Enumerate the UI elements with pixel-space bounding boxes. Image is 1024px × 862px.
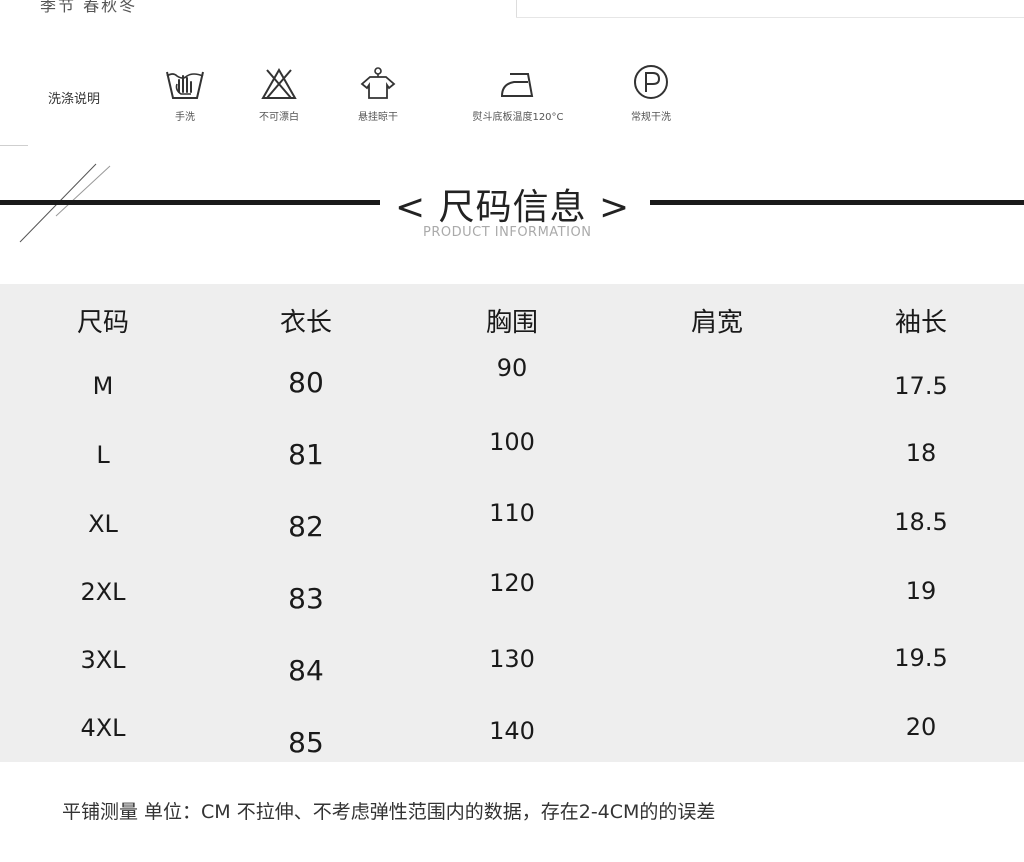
cell-length: 84 [288,654,324,687]
cell-sleeve: 19.5 [894,644,948,672]
cell-size: L [96,441,110,469]
column-header-chest: 胸围 [485,308,539,338]
care-item-dry-clean: 常规干洗 [620,64,682,123]
care-item-hang-dry: 悬挂晾干 [348,66,408,123]
hang-dry-icon [360,67,396,99]
season-text: 季节 春秋冬 [40,0,138,15]
top-strip: 季节 春秋冬 [0,0,1024,22]
measurement-note: 平铺测量 单位：CM 不拉伸、不考虑弹性范围内的数据，存在2-4CM的的误差 [62,801,716,823]
cell-sleeve: 18.5 [894,508,948,536]
cell-size: M [92,372,114,400]
dry-clean-p-icon [634,65,668,99]
section-title: < 尺码信息 > [395,187,631,228]
cell-size: 2XL [80,578,126,606]
care-label: 常规干洗 [631,112,671,123]
care-item-iron: 熨斗底板温度120°C [458,66,578,123]
cell-chest: 130 [489,645,535,673]
hand-wash-icon [166,71,204,99]
care-label: 悬挂晾干 [358,112,398,123]
cell-size: 4XL [80,714,126,742]
header-rule-left [0,200,380,205]
care-label: 熨斗底板温度120°C [472,112,564,123]
column-header-shoulder: 肩宽 [690,308,744,338]
section-subtitle: PRODUCT INFORMATION [423,225,592,240]
cell-chest: 120 [489,569,535,597]
cell-length: 80 [288,366,324,399]
cell-chest: 140 [489,717,535,745]
no-bleach-icon [261,67,297,99]
column-header-size: 尺码 [76,308,130,338]
cell-size: 3XL [80,646,126,674]
cell-sleeve: 18 [905,439,937,467]
washing-label: 洗涤说明 [48,92,101,107]
cell-sleeve: 17.5 [894,372,948,400]
cell-chest: 110 [489,499,535,527]
cell-length: 85 [288,726,324,759]
divider [516,0,517,18]
column-header-length: 衣长 [279,308,333,338]
cell-sleeve: 20 [905,713,937,741]
divider [516,17,1024,18]
cell-sleeve: 19 [905,577,937,605]
care-label: 不可漂白 [259,112,299,123]
cell-length: 83 [288,582,324,615]
care-item-hand-wash: 手洗 [160,66,210,123]
cell-chest: 100 [489,428,535,456]
decorative-line [0,145,28,146]
care-item-no-bleach: 不可漂白 [249,66,309,123]
cell-length: 81 [288,438,324,471]
cell-size: XL [88,510,118,538]
column-header-sleeve: 袖长 [894,308,948,338]
care-label: 手洗 [175,112,195,123]
iron-icon [500,73,534,97]
cell-chest: 90 [496,354,528,382]
cell-length: 82 [288,510,324,543]
header-rule-right [650,200,1024,205]
